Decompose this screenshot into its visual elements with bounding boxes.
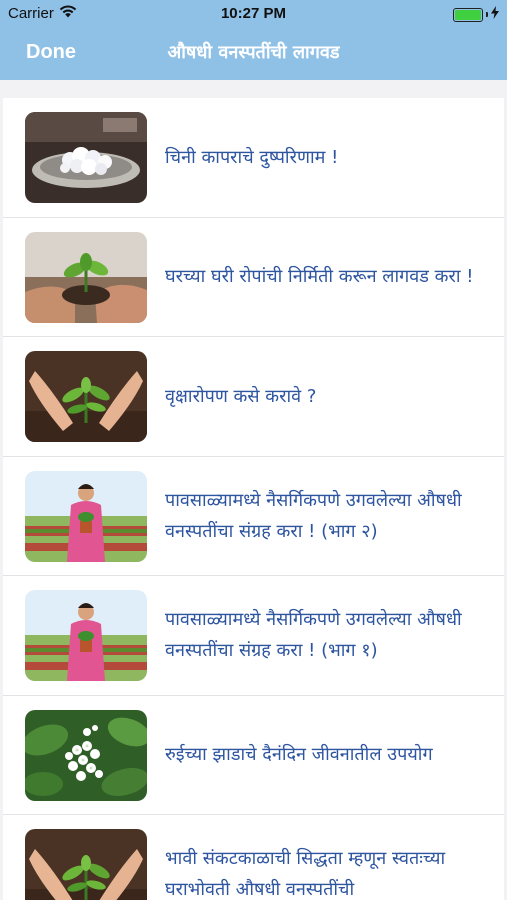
page-title: औषधी वनस्पतींची लागवड xyxy=(167,42,340,63)
list-item[interactable]: वृक्षारोपण कसे करावे ? xyxy=(3,337,504,457)
woman-holding-plant-image xyxy=(25,470,147,562)
article-title: घरच्या घरी रोपांची निर्मिती करून लागवड क… xyxy=(165,266,474,288)
list-item[interactable]: चिनी कापराचे दुष्परिणाम ! xyxy=(3,98,504,218)
article-title: चिनी कापराचे दुष्परिणाम ! xyxy=(165,146,339,168)
charging-bolt-icon xyxy=(491,6,499,23)
article-title: पावसाळ्यामध्ये नैसर्गिकपणे उगवलेल्या औषध… xyxy=(165,609,462,662)
hands-with-seedling-image xyxy=(25,231,147,323)
article-title: रुईच्या झाडाचे दैनंदिन जीवनातील उपयोग xyxy=(165,744,433,766)
list-item[interactable]: पावसाळ्यामध्ये नैसर्गिकपणे उगवलेल्या औषध… xyxy=(3,576,504,696)
article-list[interactable]: चिनी कापराचे दुष्परिणाम ! घरच्या घरी रोप… xyxy=(3,98,504,900)
list-item[interactable]: घरच्या घरी रोपांची निर्मिती करून लागवड क… xyxy=(3,218,504,337)
article-title: भावी संकटकाळाची सिद्धता म्हणून स्वतःच्या… xyxy=(165,848,446,900)
navigation-bar: Done औषधी वनस्पतींची लागवड xyxy=(0,28,507,80)
article-title: पावसाळ्यामध्ये नैसर्गिकपणे उगवलेल्या औषध… xyxy=(165,489,462,542)
status-bar: Carrier 10:27 PM xyxy=(0,0,507,28)
woman-holding-plant-image xyxy=(25,590,147,681)
hands-planting-image xyxy=(25,351,147,442)
battery-indicator xyxy=(453,6,499,23)
article-title: वृक्षारोपण कसे करावे ? xyxy=(165,385,317,407)
list-item[interactable]: रुईच्या झाडाचे दैनंदिन जीवनातील उपयोग xyxy=(3,696,504,815)
battery-icon xyxy=(453,7,483,22)
list-item[interactable]: पावसाळ्यामध्ये नैसर्गिकपणे उगवलेल्या औषध… xyxy=(3,457,504,576)
camphor-plate-image xyxy=(25,112,147,203)
battery-fill xyxy=(455,9,481,20)
list-item[interactable]: भावी संकटकाळाची सिद्धता म्हणून स्वतःच्या… xyxy=(3,815,504,900)
white-flowers-image xyxy=(25,709,147,801)
status-time: 10:27 PM xyxy=(220,5,287,22)
hands-planting-image xyxy=(25,829,147,900)
